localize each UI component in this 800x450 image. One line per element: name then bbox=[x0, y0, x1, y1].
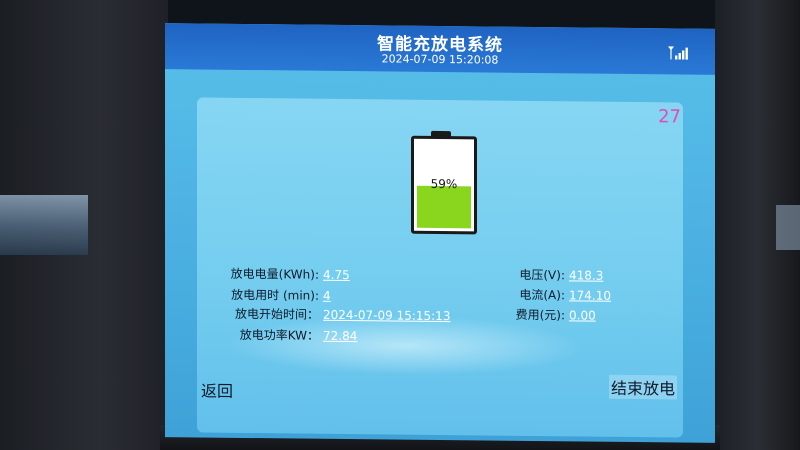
field-voltage: 电压(V): 418.3 bbox=[495, 266, 603, 284]
back-button[interactable]: 返回 bbox=[201, 377, 233, 401]
field-value: 2024-07-09 15:15:13 bbox=[323, 307, 451, 324]
field-value: 4.75 bbox=[323, 267, 350, 283]
background-reflection-right bbox=[776, 205, 800, 250]
signal-strength-icon bbox=[668, 46, 688, 60]
field-discharge-power: 放电功率KW： 72.84 bbox=[213, 326, 358, 345]
field-discharge-energy: 放电电量(KWh): 4.75 bbox=[213, 265, 350, 283]
field-current: 电流(A): 174.10 bbox=[495, 286, 611, 304]
field-label: 放电电量(KWh): bbox=[230, 266, 319, 282]
field-value: 174.10 bbox=[569, 288, 611, 303]
battery-fill bbox=[417, 185, 471, 229]
field-value: 4 bbox=[323, 288, 331, 303]
header-bar: 智能充放电系统 2024-07-09 15:20:08 bbox=[165, 23, 715, 75]
field-discharge-duration: 放电用时 (min): 4 bbox=[213, 286, 331, 304]
background-reflection bbox=[0, 195, 88, 255]
display-screen: 智能充放电系统 2024-07-09 15:20:08 27 59% 放电电量(… bbox=[165, 23, 715, 443]
field-discharge-start-time: 放电开始时间： 2024-07-09 15:15:13 bbox=[213, 305, 450, 324]
field-value: 0.00 bbox=[569, 308, 596, 323]
battery-icon: 59% bbox=[411, 135, 477, 235]
field-value: 418.3 bbox=[569, 268, 604, 283]
field-label: 电流(A): bbox=[519, 287, 565, 303]
battery-percent: 59% bbox=[430, 176, 458, 192]
field-value: 72.84 bbox=[323, 328, 358, 344]
field-label: 电压(V): bbox=[519, 267, 565, 283]
field-cost: 费用(元): 0.00 bbox=[495, 306, 596, 324]
field-label: 放电功率KW： bbox=[239, 327, 319, 343]
field-label: 费用(元): bbox=[515, 307, 565, 323]
countdown-counter: 27 bbox=[658, 106, 681, 128]
field-label: 放电开始时间： bbox=[234, 306, 319, 322]
field-label: 放电用时 (min): bbox=[231, 287, 319, 303]
end-discharge-button[interactable]: 结束放电 bbox=[609, 374, 678, 400]
